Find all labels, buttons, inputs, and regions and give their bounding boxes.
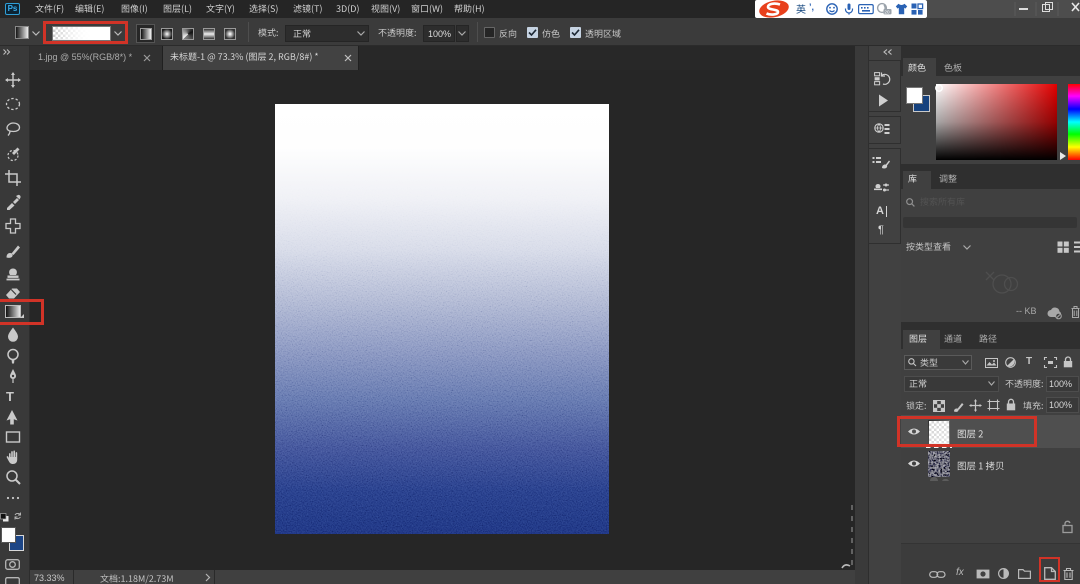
svg-text:20: 20 (884, 10, 890, 15)
